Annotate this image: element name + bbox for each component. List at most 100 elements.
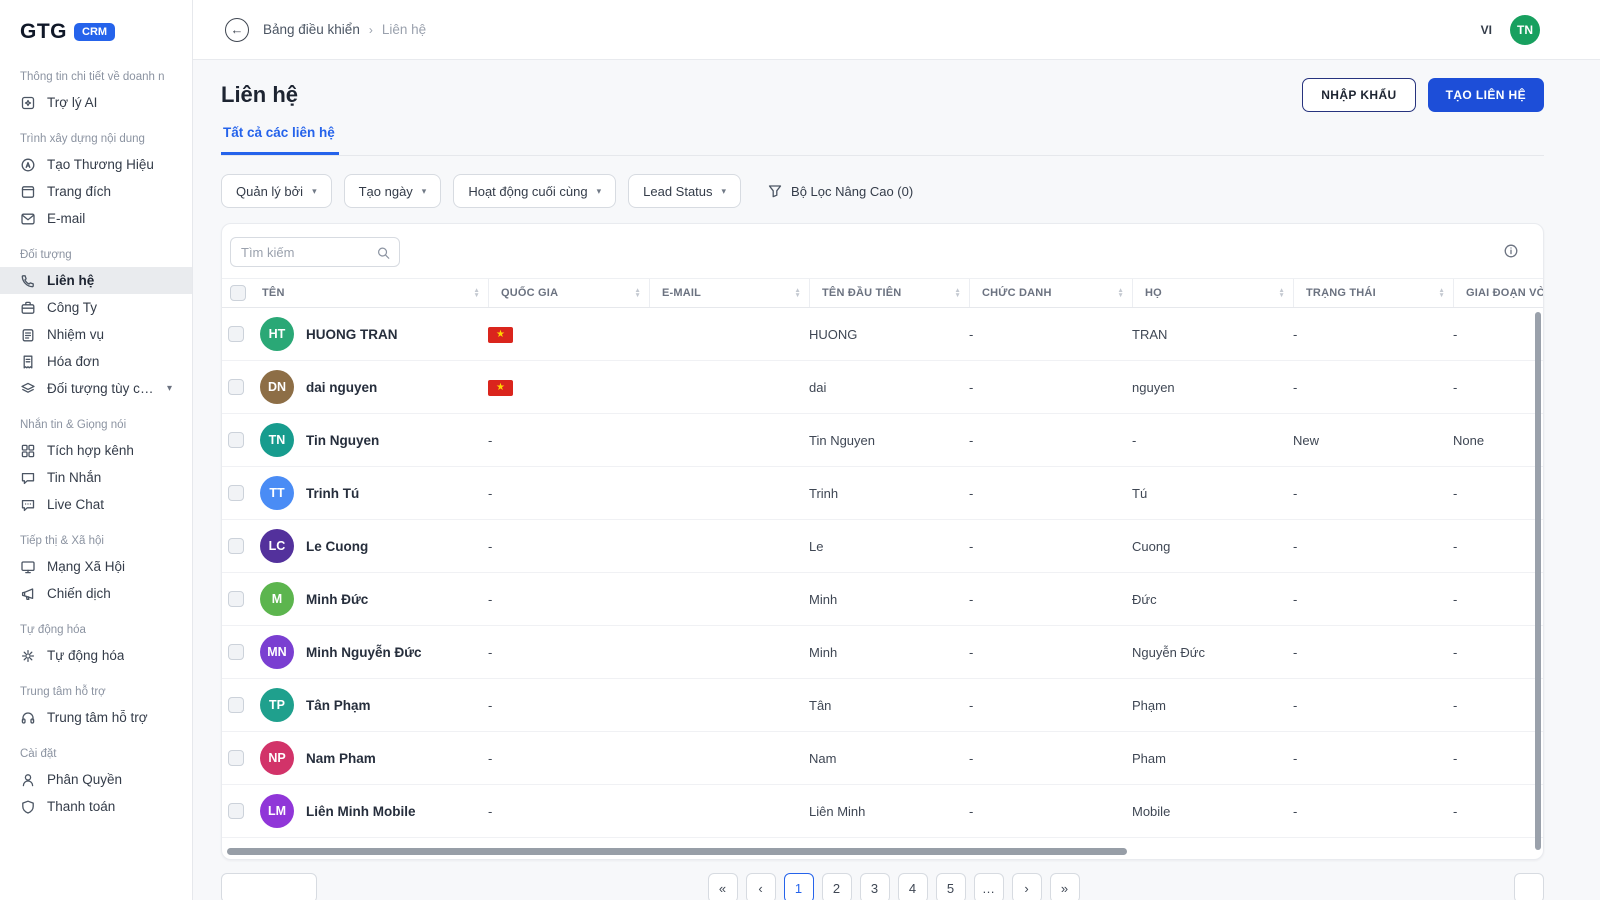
table-row[interactable]: DNdai nguyen★dai-nguyen-- bbox=[222, 361, 1543, 414]
sort-icon[interactable]: ▲▼ bbox=[788, 288, 801, 298]
filter-dropdown-label: Quản lý bởi bbox=[236, 184, 303, 199]
row-checkbox[interactable] bbox=[228, 326, 244, 342]
tab-all-contacts[interactable]: Tất cả các liên hệ bbox=[221, 125, 339, 155]
contact-name-cell[interactable]: NPNam Pham bbox=[260, 741, 488, 775]
column-header-giai-đoạn-vò[interactable]: GIAI ĐOẠN VÒ▲▼ bbox=[1453, 279, 1543, 307]
sidebar-item-công-ty[interactable]: Công Ty bbox=[0, 294, 192, 321]
select-all-checkbox[interactable] bbox=[230, 285, 246, 301]
column-header-tên-đầu-tiên[interactable]: TÊN ĐẦU TIÊN▲▼ bbox=[809, 279, 969, 307]
info-icon[interactable] bbox=[1503, 243, 1521, 261]
row-checkbox[interactable] bbox=[228, 432, 244, 448]
page-nav-button[interactable]: ‹ bbox=[746, 873, 776, 900]
contact-name-cell[interactable]: MMinh Đức bbox=[260, 582, 488, 616]
sort-icon[interactable]: ▲▼ bbox=[1432, 288, 1445, 298]
brand-logo[interactable]: GTG CRM bbox=[0, 20, 192, 54]
filter-dropdown-tạo-ngày[interactable]: Tạo ngày▾ bbox=[344, 174, 442, 208]
sidebar-item-tích-hợp-kênh[interactable]: Tích hợp kênh bbox=[0, 437, 192, 464]
contact-name-cell[interactable]: TPTân Phạm bbox=[260, 688, 488, 722]
sidebar-item-tin-nhắn[interactable]: Tin Nhắn bbox=[0, 464, 192, 491]
sort-icon[interactable]: ▲▼ bbox=[1111, 288, 1124, 298]
sidebar-item-tự-động-hóa[interactable]: Tự động hóa bbox=[0, 642, 192, 669]
page-nav-button[interactable]: » bbox=[1050, 873, 1080, 900]
sort-icon[interactable]: ▲▼ bbox=[948, 288, 961, 298]
page-button-2[interactable]: 2 bbox=[822, 873, 852, 900]
row-checkbox[interactable] bbox=[228, 485, 244, 501]
advanced-filter-button[interactable]: Bộ Lọc Nâng Cao (0) bbox=[767, 183, 913, 199]
contact-name-cell[interactable]: HTHUONG TRAN bbox=[260, 317, 488, 351]
contact-name-cell[interactable]: MNMinh Nguyễn Đức bbox=[260, 635, 488, 669]
goto-page-input[interactable] bbox=[1514, 873, 1544, 900]
page-nav-button[interactable]: « bbox=[708, 873, 738, 900]
row-checkbox[interactable] bbox=[228, 803, 244, 819]
row-checkbox[interactable] bbox=[228, 538, 244, 554]
search-input[interactable] bbox=[241, 245, 370, 260]
back-button[interactable]: ← bbox=[225, 18, 249, 42]
sidebar-item-phân-quyền[interactable]: Phân Quyền bbox=[0, 766, 192, 793]
vertical-scrollbar[interactable] bbox=[1535, 312, 1541, 850]
sidebar-item-trung-tâm-hỗ-trợ[interactable]: Trung tâm hỗ trợ bbox=[0, 704, 192, 731]
sidebar-item-thanh-toán[interactable]: Thanh toán bbox=[0, 793, 192, 820]
filter-row: Quản lý bởi▾ Tạo ngày▾ Hoạt động cuối cùng… bbox=[221, 174, 1544, 208]
page-nav-button[interactable]: … bbox=[974, 873, 1004, 900]
sort-icon[interactable]: ▲▼ bbox=[628, 288, 641, 298]
sidebar-item-e-mail[interactable]: E-mail bbox=[0, 205, 192, 232]
page-button-5[interactable]: 5 bbox=[936, 873, 966, 900]
row-checkbox[interactable] bbox=[228, 379, 244, 395]
row-checkbox-cell bbox=[222, 432, 260, 448]
sidebar-item-chiến-dịch[interactable]: Chiến dịch bbox=[0, 580, 192, 607]
horizontal-scrollbar[interactable] bbox=[227, 848, 1127, 855]
avatar: TN bbox=[260, 423, 294, 457]
sort-icon[interactable]: ▲▼ bbox=[1272, 288, 1285, 298]
table-row[interactable]: LMLiên Minh Mobile-Liên Minh-Mobile-- bbox=[222, 785, 1543, 838]
sidebar-item-liên-hệ[interactable]: Liên hệ bbox=[0, 267, 192, 294]
language-selector[interactable]: VI bbox=[1481, 23, 1492, 37]
row-checkbox[interactable] bbox=[228, 697, 244, 713]
contact-name-cell[interactable]: TTTrinh Tú bbox=[260, 476, 488, 510]
page-size-select[interactable] bbox=[221, 873, 317, 900]
row-checkbox[interactable] bbox=[228, 644, 244, 660]
column-header-e-mail[interactable]: E-MAIL▲▼ bbox=[649, 279, 809, 307]
country-cell: - bbox=[488, 804, 649, 819]
row-checkbox[interactable] bbox=[228, 750, 244, 766]
sort-icon[interactable]: ▲▼ bbox=[467, 288, 480, 298]
filter-dropdown-quản-lý-bởi[interactable]: Quản lý bởi▾ bbox=[221, 174, 332, 208]
user-avatar[interactable]: TN bbox=[1510, 15, 1540, 45]
table-row[interactable]: MNMinh Nguyễn Đức-Minh-Nguyễn Đức-- bbox=[222, 626, 1543, 679]
column-header-chức-danh[interactable]: CHỨC DANH▲▼ bbox=[969, 279, 1132, 307]
sidebar-item-tạo-thương-hiệu[interactable]: Tạo Thương Hiệu bbox=[0, 151, 192, 178]
sidebar-item-live-chat[interactable]: Live Chat bbox=[0, 491, 192, 518]
table-row[interactable]: TTTrinh Tú-Trinh-Tú-- bbox=[222, 467, 1543, 520]
contact-name-cell[interactable]: LMLiên Minh Mobile bbox=[260, 794, 488, 828]
page-nav-button[interactable]: › bbox=[1012, 873, 1042, 900]
sidebar-item-mạng-xã-hội[interactable]: Mạng Xã Hội bbox=[0, 553, 192, 580]
table-row[interactable]: LCLe Cuong-Le-Cuong-- bbox=[222, 520, 1543, 573]
sidebar-item-nhiệm-vụ[interactable]: Nhiệm vụ bbox=[0, 321, 192, 348]
filter-dropdown-lead-status[interactable]: Lead Status▾ bbox=[628, 174, 741, 208]
breadcrumb-dashboard[interactable]: Bảng điều khiển bbox=[263, 22, 360, 37]
table-row[interactable]: NPNam Pham-Nam-Pham-- bbox=[222, 732, 1543, 785]
column-header-tên[interactable]: TÊN▲▼ bbox=[260, 279, 488, 307]
contact-name-cell[interactable]: TNTin Nguyen bbox=[260, 423, 488, 457]
sidebar-item-đối-tượng-tùy-chỉnh[interactable]: Đối tượng tùy chỉnh▾ bbox=[0, 375, 192, 402]
row-checkbox[interactable] bbox=[228, 591, 244, 607]
table-row[interactable]: MMinh Đức-Minh-Đức-- bbox=[222, 573, 1543, 626]
sidebar-item-trang-đích[interactable]: Trang đích bbox=[0, 178, 192, 205]
column-header-trạng-thái[interactable]: TRẠNG THÁI▲▼ bbox=[1293, 279, 1453, 307]
sidebar-item-hóa-đơn[interactable]: Hóa đơn bbox=[0, 348, 192, 375]
table-row[interactable]: TNTin Nguyen-Tin Nguyen--NewNone bbox=[222, 414, 1543, 467]
column-header-họ[interactable]: HỌ▲▼ bbox=[1132, 279, 1293, 307]
email-icon bbox=[20, 211, 37, 227]
sidebar-item-trợ-lý-ai[interactable]: Trợ lý AI bbox=[0, 89, 192, 116]
filter-dropdown-hoạt-động-cuối-cùng[interactable]: Hoạt động cuối cùng▾ bbox=[453, 174, 616, 208]
stage-cell: - bbox=[1453, 327, 1543, 342]
page-button-1[interactable]: 1 bbox=[784, 873, 814, 900]
import-button[interactable]: NHẬP KHẨU bbox=[1302, 78, 1415, 112]
page-button-3[interactable]: 3 bbox=[860, 873, 890, 900]
create-contact-button[interactable]: TẠO LIÊN HỆ bbox=[1428, 78, 1544, 112]
column-header-quốc-gia[interactable]: QUỐC GIA▲▼ bbox=[488, 279, 649, 307]
table-row[interactable]: TPTân Phạm-Tân-Phạm-- bbox=[222, 679, 1543, 732]
contact-name-cell[interactable]: DNdai nguyen bbox=[260, 370, 488, 404]
page-button-4[interactable]: 4 bbox=[898, 873, 928, 900]
contact-name-cell[interactable]: LCLe Cuong bbox=[260, 529, 488, 563]
table-row[interactable]: HTHUONG TRAN★HUONG-TRAN-- bbox=[222, 308, 1543, 361]
